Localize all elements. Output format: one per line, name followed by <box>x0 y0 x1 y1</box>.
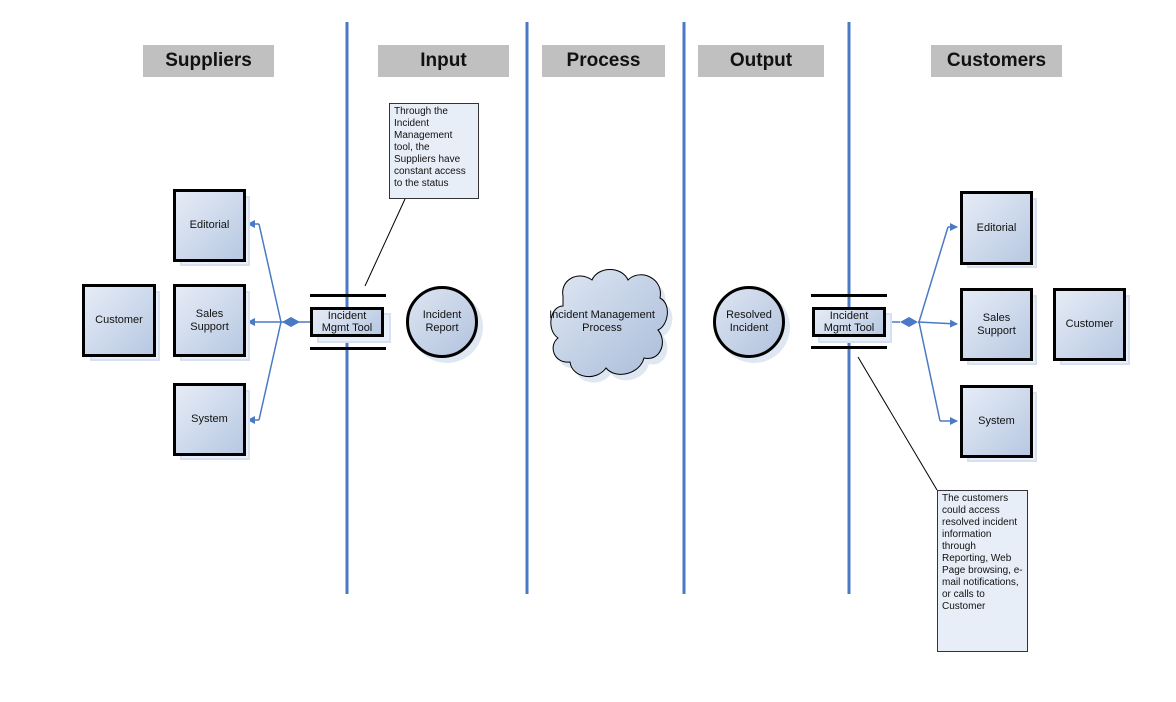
customer-system-box[interactable]: System <box>960 385 1033 458</box>
supplier-sales-support-box[interactable]: Sales Support <box>173 284 246 357</box>
connector-to-sales-support-right <box>917 319 958 328</box>
connector-to-system-left <box>258 321 282 421</box>
supplier-connectors <box>247 220 310 424</box>
output-incident-mgmt-tool[interactable]: Incident Mgmt Tool <box>812 307 886 337</box>
tool-label: Incident Mgmt Tool <box>321 310 373 334</box>
callout-line-input-note <box>364 198 406 287</box>
circle-label: Incident Report <box>422 309 462 334</box>
tool-bar-bottom-input <box>310 347 386 350</box>
tool-label: Incident Mgmt Tool <box>823 310 875 334</box>
diamond-hub-left <box>282 317 300 327</box>
process-label: Incident Management Process <box>549 309 655 334</box>
output-callout-note: The customers could access resolved inci… <box>937 490 1028 652</box>
tool-bar-bottom-output <box>811 346 887 349</box>
callout-line-output-note <box>857 356 938 491</box>
customer-customer-box[interactable]: Customer <box>1053 288 1126 361</box>
supplier-editorial-box[interactable]: Editorial <box>173 189 246 262</box>
customer-sales-support-box[interactable]: Sales Support <box>960 288 1033 361</box>
header-customers: Customers <box>931 45 1062 77</box>
supplier-customer-box[interactable]: Customer <box>82 284 156 357</box>
sipoc-diagram: Suppliers Input Process Output Customers… <box>0 0 1176 702</box>
header-output: Output <box>698 45 824 77</box>
output-resolved-incident[interactable]: Resolved Incident <box>713 286 785 358</box>
diamond-hub-right <box>900 317 918 327</box>
input-incident-report[interactable]: Incident Report <box>406 286 478 358</box>
supplier-system-box[interactable]: System <box>173 383 246 456</box>
header-input: Input <box>378 45 509 77</box>
header-process: Process <box>542 45 665 77</box>
connector-to-system-right <box>918 321 941 422</box>
tool-bar-top-input <box>310 294 386 297</box>
customer-editorial-box[interactable]: Editorial <box>960 191 1033 265</box>
connector-to-editorial-right <box>918 226 949 323</box>
connector-to-editorial-left <box>258 223 282 323</box>
input-callout-note: Through the Incident Management tool, th… <box>389 103 479 199</box>
circle-label: Resolved Incident <box>726 309 772 334</box>
input-incident-mgmt-tool[interactable]: Incident Mgmt Tool <box>310 307 384 337</box>
header-suppliers: Suppliers <box>143 45 274 77</box>
tool-bar-top-output <box>811 294 887 297</box>
customer-connectors <box>886 223 958 425</box>
